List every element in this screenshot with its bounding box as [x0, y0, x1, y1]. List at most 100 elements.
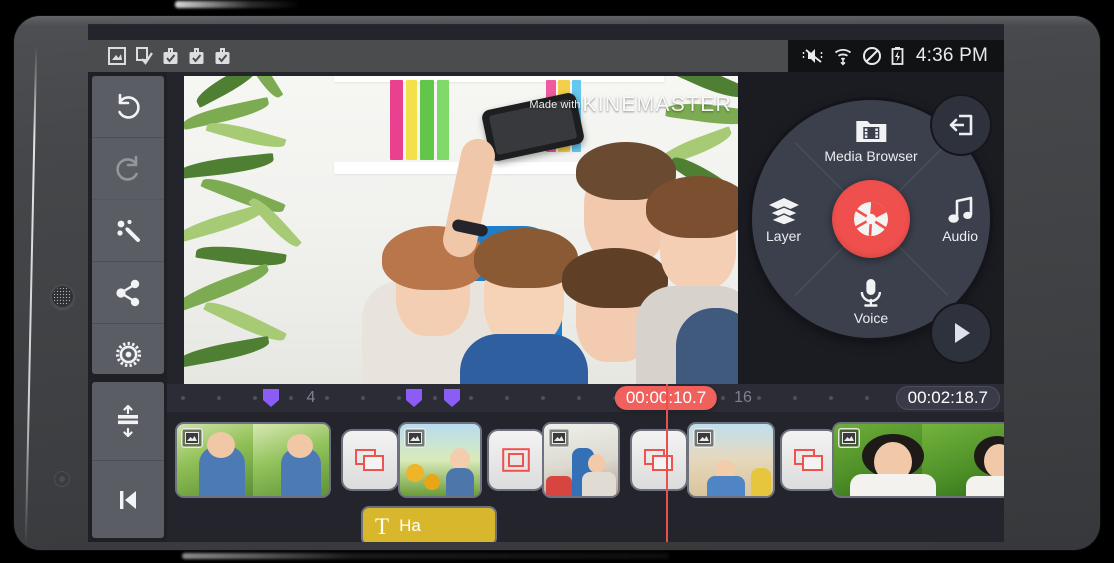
- redo-icon: [116, 155, 138, 181]
- photo-badge-icon: [181, 428, 203, 448]
- timeline-ruler[interactable]: 4 8 16 00:00:10.7 00:02:18.7: [167, 384, 1004, 412]
- magic-wand-button[interactable]: [92, 200, 164, 262]
- ruler-tick: [577, 396, 581, 400]
- magic-wand-icon: [117, 219, 140, 242]
- clip-subject-head: [588, 454, 605, 473]
- clip-subject-head: [207, 432, 235, 458]
- decor-plant-left: [184, 76, 352, 384]
- text-layer-label: Ha: [399, 516, 421, 535]
- decor-book: [420, 80, 434, 160]
- media-browser-label: Media Browser: [824, 148, 918, 164]
- microphone-icon: [860, 279, 882, 307]
- top-reflection: [175, 1, 300, 8]
- timeline-marker[interactable]: [444, 389, 460, 407]
- settings-button[interactable]: [92, 324, 164, 374]
- music-note-icon: [948, 196, 973, 223]
- timeline-marker[interactable]: [263, 389, 279, 407]
- clip-subject: [850, 474, 936, 496]
- timeline-track[interactable]: T Ha: [167, 412, 1004, 542]
- table-row[interactable]: [177, 424, 329, 496]
- clip-subject: [966, 476, 1004, 496]
- decor-book: [390, 80, 403, 160]
- photo-badge-icon: [693, 428, 715, 448]
- bezel-edge-highlight: [24, 46, 38, 546]
- clip-subject: [546, 476, 572, 496]
- share-button[interactable]: [92, 262, 164, 324]
- table-row[interactable]: [834, 424, 1004, 496]
- tablet-screen: 4:36 PM Made withKINEMASTER Media Browse…: [88, 24, 1004, 542]
- ruler-tick: [505, 396, 509, 400]
- wifi-icon: [834, 48, 851, 66]
- clip-subject: [751, 468, 771, 496]
- transition-zoom-1[interactable]: [489, 431, 543, 489]
- transition-crossfade-2[interactable]: [632, 431, 686, 489]
- battery-charging-icon: [891, 47, 904, 65]
- ruler-tick: [721, 396, 725, 400]
- total-duration-badge: 00:02:18.7: [895, 386, 1000, 410]
- status-bar-clock: 4:36 PM: [915, 45, 988, 66]
- expand-collapse-icon: [118, 404, 138, 438]
- briefcase-check-icon-2: [189, 48, 204, 64]
- watermark-prefix: Made with: [529, 99, 581, 111]
- photo-badge-icon: [404, 428, 426, 448]
- clip-subject-head: [450, 448, 470, 470]
- voice-button[interactable]: Voice: [854, 278, 888, 326]
- briefcase-check-icon-1: [163, 48, 178, 64]
- ruler-tick: [829, 396, 833, 400]
- capture-button[interactable]: [832, 180, 910, 258]
- bottom-reflection: [182, 553, 669, 559]
- text-layer-clip[interactable]: T Ha: [363, 508, 495, 542]
- gallery-image-icon: [108, 47, 126, 65]
- video-preview[interactable]: Made withKINEMASTER: [184, 76, 738, 384]
- media-browser-icon: [856, 121, 886, 142]
- table-row[interactable]: [400, 424, 480, 496]
- document-check-icon: [136, 47, 153, 65]
- person-body: [460, 334, 588, 384]
- ruler-tick: [397, 396, 401, 400]
- tool-group-primary: [92, 76, 164, 374]
- audio-button[interactable]: Audio: [942, 196, 978, 244]
- play-button[interactable]: [932, 304, 990, 362]
- skip-to-start-button[interactable]: [92, 461, 164, 538]
- image-icon: [697, 432, 711, 444]
- layer-button[interactable]: Layer: [766, 196, 801, 244]
- timeline-panel[interactable]: 4 8 16 00:00:10.7 00:02:18.7: [167, 384, 1004, 542]
- redo-button[interactable]: [92, 138, 164, 200]
- do-not-disturb-icon: [862, 47, 881, 65]
- photo-badge-icon: [548, 428, 570, 448]
- decor-book: [406, 80, 417, 160]
- transition-crossfade-1[interactable]: [343, 431, 397, 489]
- status-bar: 4:36 PM: [88, 40, 1004, 72]
- voice-label: Voice: [853, 310, 889, 326]
- ruler-tick: [325, 396, 329, 400]
- decor-book: [437, 80, 449, 160]
- table-row[interactable]: [689, 424, 773, 496]
- text-T-icon: T: [375, 513, 390, 539]
- table-row[interactable]: [544, 424, 618, 496]
- expand-timeline-button[interactable]: [92, 382, 164, 461]
- ruler-tick: [361, 396, 365, 400]
- layer-label: Layer: [766, 228, 802, 244]
- gear-icon: [115, 341, 141, 368]
- timeline-marker[interactable]: [406, 389, 422, 407]
- ruler-label-16: 16: [734, 389, 752, 406]
- person-hair: [646, 176, 738, 238]
- photo-badge-icon: [838, 428, 860, 448]
- ruler-tick: [433, 396, 437, 400]
- status-bar-right: 4:36 PM: [787, 40, 1004, 72]
- ruler-tick: [793, 396, 797, 400]
- clip-flower: [406, 464, 424, 482]
- overlap-rectangles-icon: [355, 449, 384, 471]
- person-body: [676, 308, 738, 384]
- export-button[interactable]: [932, 96, 990, 154]
- ruler-tick: [865, 396, 869, 400]
- clip-subject: [446, 468, 474, 496]
- transition-crossfade-3[interactable]: [782, 431, 836, 489]
- media-browser-button[interactable]: Media Browser: [824, 116, 918, 164]
- watermark-brand: KINEMASTER: [582, 93, 732, 116]
- camera-shutter-icon: [854, 202, 888, 236]
- undo-button[interactable]: [92, 76, 164, 138]
- overlap-rectangles-icon: [644, 449, 673, 471]
- playhead[interactable]: [666, 384, 668, 542]
- volume-mute-vibrate-icon: [802, 49, 823, 63]
